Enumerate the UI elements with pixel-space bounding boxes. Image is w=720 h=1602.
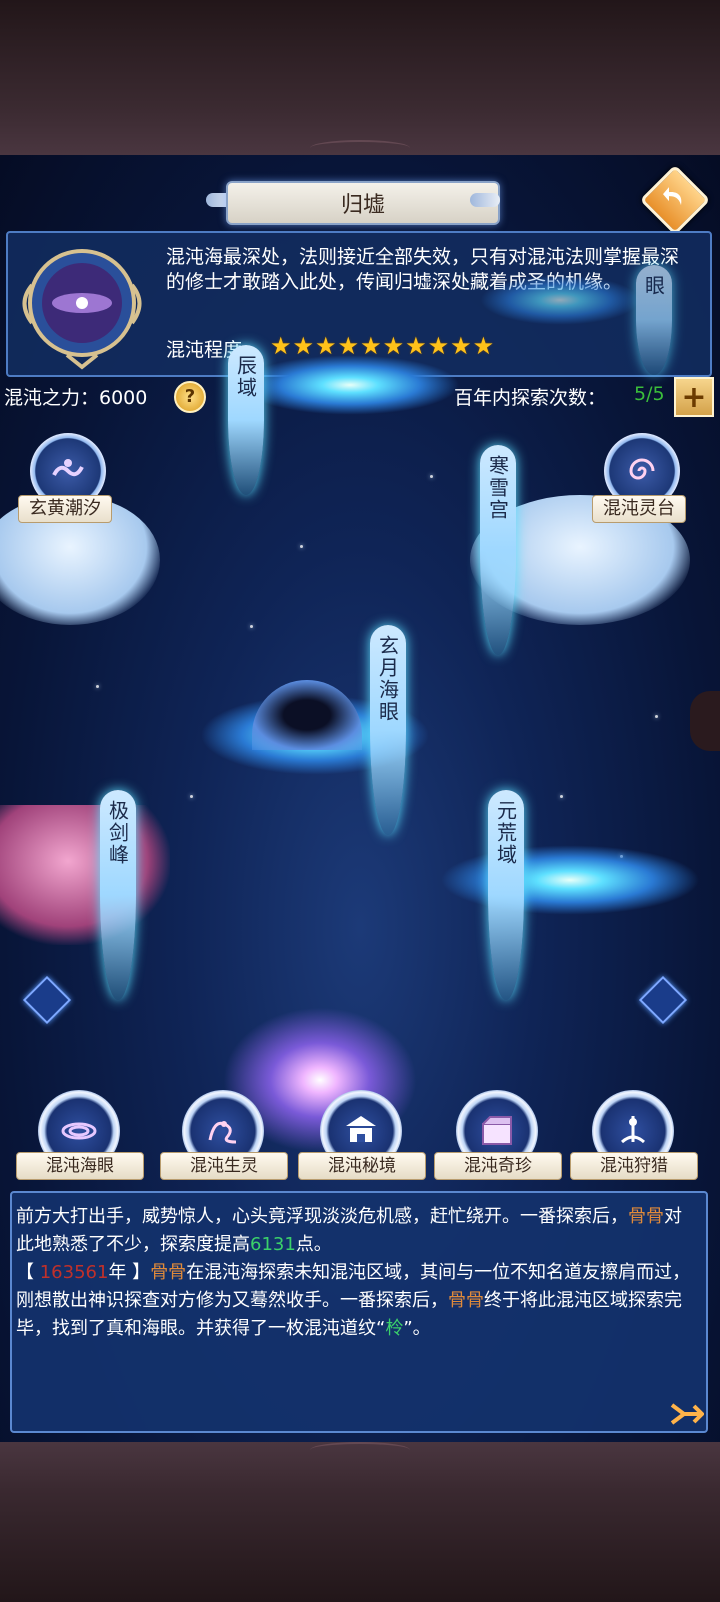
log-year: 163561 <box>39 1262 109 1283</box>
player-name: 骨骨 <box>448 1290 484 1311</box>
creature-icon <box>208 1121 237 1144</box>
star-icon: ★ <box>472 332 495 360</box>
return-arrow-icon <box>663 187 682 206</box>
location-label: 眼 <box>641 275 666 297</box>
star-icon: ★ <box>450 332 472 360</box>
jijian-peak <box>0 805 170 945</box>
log-text-part: 点。 <box>295 1234 332 1255</box>
mijing-label: 混沌秘境 <box>298 1152 426 1180</box>
star <box>300 545 303 548</box>
star <box>190 795 193 798</box>
location-xuanyue[interactable]: 玄月海眼 <box>370 625 406 835</box>
top-frame <box>0 0 720 155</box>
page-title: 归墟 <box>340 193 385 218</box>
star-icon: ★ <box>292 332 315 360</box>
explore-points: 6131 <box>250 1234 296 1255</box>
location-xuanhuang[interactable]: 玄黄潮汐 <box>18 495 112 523</box>
side-menu-tab[interactable] <box>690 691 720 751</box>
star-icon: ★ <box>427 332 450 360</box>
location-label: 元荒域 <box>493 800 518 866</box>
explore-count-value: 5/5 <box>634 383 665 405</box>
shoulie-button[interactable]: 混沌狩猎 <box>570 1090 698 1180</box>
location-label: 寒雪宫 <box>485 455 510 521</box>
game-view: 归墟 混沌海最深处，法则接近全部失效，只有对混沌法则掌握最深的修士才敢踏入此处，… <box>0 155 720 1442</box>
location-lingtai[interactable]: 混沌灵台 <box>592 495 686 523</box>
star <box>430 475 433 478</box>
explore-count-label: 百年内探索次数： <box>454 387 607 409</box>
log-text-part: 年 】 <box>108 1262 151 1283</box>
star <box>250 625 253 628</box>
scroll-down-arrow[interactable] <box>638 975 688 1025</box>
daowen-item: 柃 <box>385 1318 404 1339</box>
location-yuanhuang[interactable]: 元荒域 <box>488 790 524 1000</box>
location-label: 极剑峰 <box>105 800 130 866</box>
star <box>96 685 99 688</box>
frame-ornament <box>310 140 410 156</box>
chenyu-galaxy <box>240 355 460 415</box>
qizhen-label: 混沌奇珍 <box>434 1152 562 1180</box>
location-label: 辰域 <box>233 355 258 399</box>
spiral-icon <box>629 458 655 480</box>
title-plate: 归墟 <box>226 181 500 225</box>
palace-icon <box>346 1116 376 1142</box>
chaos-power: 混沌之力：6000 <box>4 387 148 409</box>
add-explore-button[interactable]: + <box>674 377 714 417</box>
hunt-icon <box>620 1116 646 1144</box>
log-text-part: 【 <box>16 1262 40 1283</box>
scroll-up-arrow[interactable] <box>22 975 72 1025</box>
mijing-button[interactable]: 混沌秘境 <box>298 1090 426 1180</box>
haiyan-button[interactable]: 混沌海眼 <box>16 1090 144 1180</box>
help-button[interactable]: ? <box>174 381 206 413</box>
bottom-frame <box>0 1442 720 1602</box>
log-next-arrow-icon[interactable] <box>670 1401 704 1427</box>
star-icon: ★ <box>405 332 427 360</box>
chaos-level-stars: ★ ★ ★ ★ ★ ★ ★ ★ ★ ★ <box>270 333 494 359</box>
location-label: 玄月海眼 <box>375 635 400 723</box>
treasure-chest-icon <box>482 1116 512 1145</box>
star <box>560 795 563 798</box>
guixu-emblem-icon <box>22 249 142 370</box>
location-haiyan-top[interactable]: 眼 <box>636 265 672 375</box>
shoulie-label: 混沌狩猎 <box>570 1152 698 1180</box>
haiyan-galaxy <box>480 275 640 325</box>
back-button[interactable] <box>639 164 711 236</box>
star-icon: ★ <box>382 332 405 360</box>
log-text-part: ”。 <box>403 1318 431 1339</box>
shengling-button[interactable]: 混沌生灵 <box>160 1090 288 1180</box>
star <box>655 715 658 718</box>
xuanyue-dome <box>252 680 362 750</box>
qizhen-button[interactable]: 混沌奇珍 <box>434 1090 562 1180</box>
log-text-part: 前方大打出手，威势惊人，心头竟浮现淡淡危机感，赶忙绕开。一番探索后， <box>16 1206 628 1227</box>
frame-ornament <box>310 1442 410 1458</box>
location-hanxue[interactable]: 寒雪宫 <box>480 445 516 655</box>
location-chenyu[interactable]: 辰域 <box>228 345 264 495</box>
player-name: 骨骨 <box>150 1262 187 1283</box>
shengling-label: 混沌生灵 <box>160 1152 288 1180</box>
star-icon: ★ <box>270 332 292 360</box>
vortex-icon <box>61 1122 97 1140</box>
player-name: 骨骨 <box>628 1206 664 1227</box>
yuanhuang-galaxy <box>440 845 700 915</box>
log-text: 前方大打出手，威势惊人，心头竟浮现淡淡危机感，赶忙绕开。一番探索后，骨骨对此地熟… <box>16 1203 696 1343</box>
haiyan-label: 混沌海眼 <box>16 1152 144 1180</box>
location-jijian[interactable]: 极剑峰 <box>100 790 136 1000</box>
tide-icon <box>52 459 84 477</box>
title-wing-right <box>470 193 500 207</box>
